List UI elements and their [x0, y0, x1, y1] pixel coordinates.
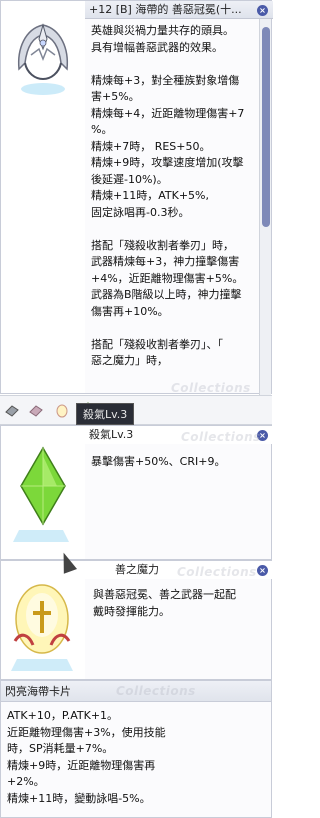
item-description-panel: +12 [B] 海帶的 善惡冠冕(十... × 英雄與災禍力量共存的頭具。 具有增…: [0, 0, 273, 395]
description-line: 搭配「殘殺收割者拳刃」、「: [91, 337, 223, 351]
item-scrollbar[interactable]: [259, 19, 271, 395]
description-line: +4%，近距離物理傷害+5%。: [91, 271, 244, 285]
description-line: [91, 320, 259, 337]
description-line: 精煉+11時，變動詠唱-5%。: [7, 791, 151, 805]
description-line: 戴時發揮能力。: [93, 604, 170, 618]
description-line: %。: [91, 123, 113, 136]
watermark: Collections: [181, 430, 261, 444]
description-line: 時，SP消耗量+7%。: [7, 742, 114, 755]
item-title: +12 [B] 海帶的 善惡冠冕(十...: [89, 3, 242, 16]
egg-panel: 善之魔力 × 與善惡冠冕、善之武器一起配 戴時發揮能力。 Collections: [0, 560, 273, 680]
description-line: 武器為B階級以上時，神力撞擊: [91, 288, 242, 301]
description-line: 與善惡冠冕、善之武器一起配: [93, 588, 236, 601]
holy-egg-icon: [11, 584, 73, 671]
gem-description-text: 暴擊傷害+50%、CRI+9。: [91, 454, 259, 471]
description-line: 精煉+7時， RES+50。: [91, 139, 211, 153]
scrollbar-thumb[interactable]: [262, 27, 270, 227]
item-description-text: 英雄與災禍力量共存的頭具。 具有增幅善惡武器的效果。 精煉每+3，對全種族對象增傷…: [91, 23, 259, 370]
card-icon[interactable]: [28, 402, 44, 418]
description-line: 精煉+11時，ATK+5%,: [91, 189, 209, 202]
gem-icon-column: [1, 426, 85, 559]
watermark: Collections: [116, 684, 196, 698]
description-line: 惡之魔力」時，: [91, 354, 168, 367]
description-line: +2%。: [7, 775, 45, 788]
description-line: ATK+10，P.ATK+1。: [7, 709, 119, 722]
close-icon[interactable]: ×: [257, 565, 268, 576]
description-line: 武器精煉每+3，神力撞擊傷害: [91, 255, 240, 268]
description-line: 精煉+9時，近距離物理傷害再: [7, 758, 156, 772]
card-panel: ATK+10，P.ATK+1。近距離物理傷害+3%，使用技能 時，SP消耗量+7%…: [0, 702, 272, 818]
watermark: Collections: [177, 565, 257, 579]
egg-icon[interactable]: [54, 402, 70, 418]
description-line: 傷害再+10%。: [91, 304, 169, 318]
item-icon-column: [1, 1, 85, 393]
description-line: 暴擊傷害+50%、CRI+9。: [91, 455, 226, 468]
tab-tooltip: 殺氣Lv.3: [76, 403, 135, 425]
description-line: 害+5%。: [91, 90, 140, 103]
egg-description-text: 與善惡冠冕、善之武器一起配 戴時發揮能力。: [93, 587, 261, 620]
crown-icon: [17, 23, 69, 95]
close-icon[interactable]: ×: [257, 5, 268, 16]
watermark: Collections: [171, 381, 251, 395]
description-line: 精煉每+3，對全種族對象增傷: [91, 73, 240, 87]
description-line: 固定詠唱再-0.3秒。: [91, 205, 190, 219]
description-line: [91, 221, 259, 238]
description-line: 後延遲-10%)。: [91, 172, 168, 186]
description-line: 搭配「殘殺收割者拳刃」時，: [91, 238, 234, 252]
egg-icon-column: [1, 561, 85, 679]
description-line: 具有增幅善惡武器的效果。: [91, 40, 223, 54]
green-gem-icon: [13, 446, 69, 542]
item-title-bar[interactable]: +12 [B] 海帶的 善惡冠冕(十...: [85, 1, 273, 19]
description-line: [91, 56, 259, 73]
card-title: 閃亮海帶卡片: [5, 685, 71, 698]
card-description-text: ATK+10，P.ATK+1。近距離物理傷害+3%，使用技能 時，SP消耗量+7%…: [7, 708, 257, 807]
book-icon[interactable]: [4, 402, 20, 418]
egg-title: 善之魔力: [115, 563, 159, 576]
gem-title: 殺氣Lv.3: [89, 428, 134, 441]
description-line: 近距離物理傷害+3%，使用技能: [7, 725, 166, 739]
description-line: 精煉+9時，攻擊速度增加(攻擊: [91, 156, 244, 169]
slot-tab-strip: [0, 395, 272, 425]
description-line: 英雄與災禍力量共存的頭具。: [91, 24, 234, 37]
description-line: 精煉每+4，近距離物理傷害+7: [91, 106, 245, 120]
gem-panel: 殺氣Lv.3 × 暴擊傷害+50%、CRI+9。 Collections: [0, 425, 273, 560]
